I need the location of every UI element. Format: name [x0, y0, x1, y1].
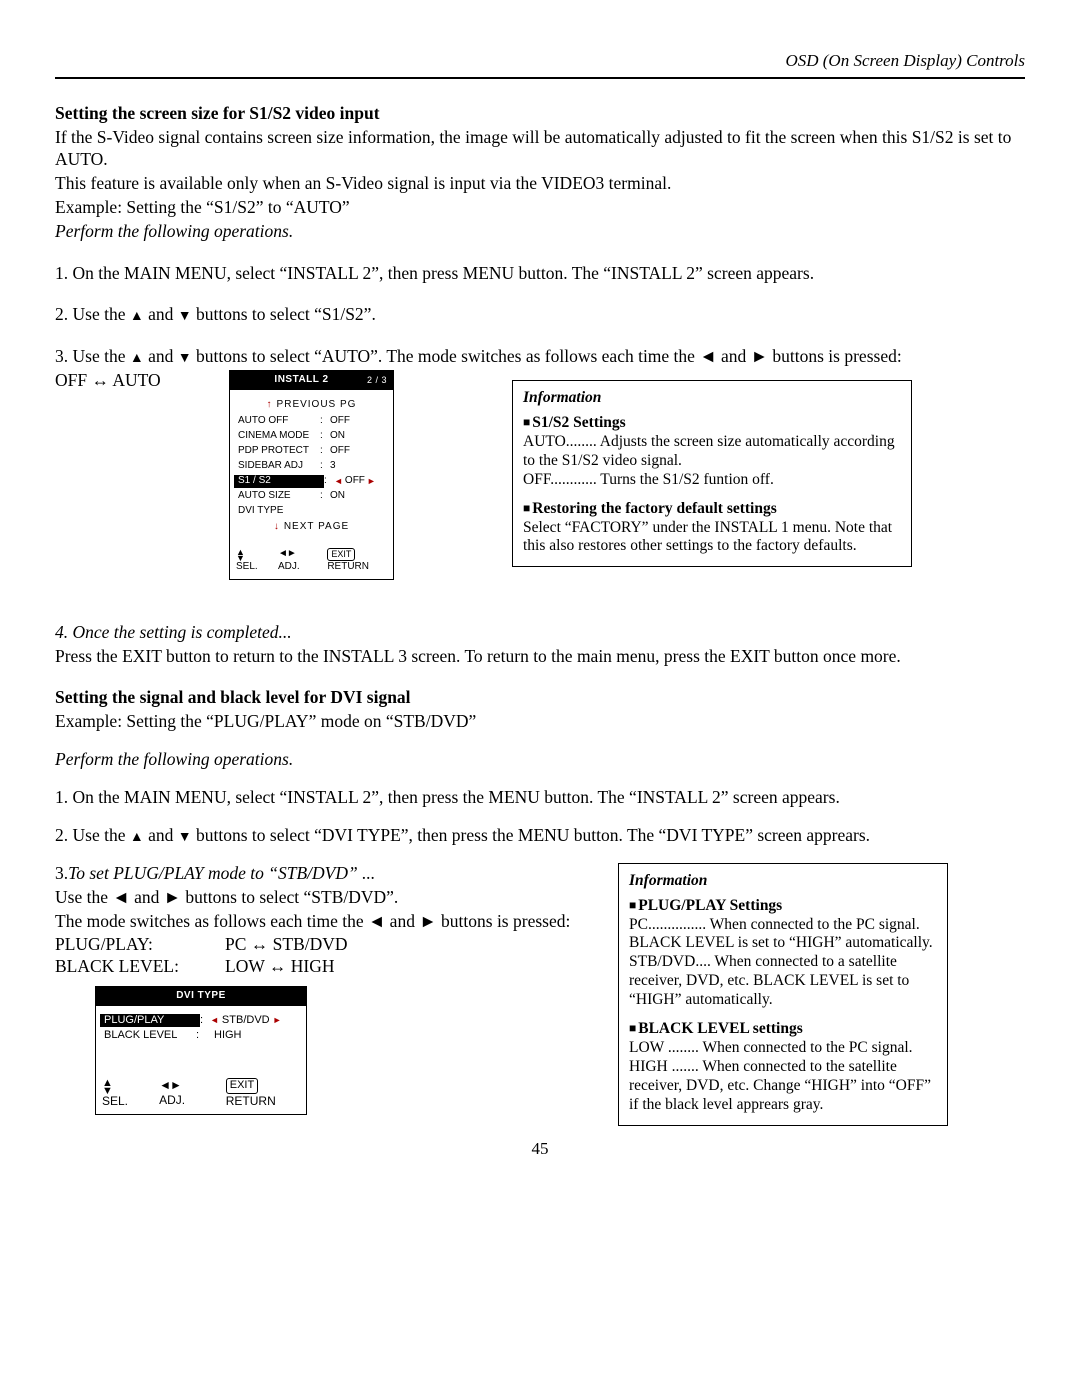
osd-title-bar: DVI TYPE [96, 987, 306, 1006]
osd-title-bar: INSTALL 2 2 / 3 [230, 371, 393, 390]
osd-dvitype-menu: DVI TYPE PLUG/PLAY : ◄ STB/DVD ► BLACK L… [95, 986, 307, 1115]
menu-item-cinema-mode[interactable]: CINEMA MODE:ON [238, 430, 385, 443]
right-triangle-icon: ► [751, 346, 768, 366]
right-arrow-icon: ► [273, 1015, 282, 1026]
info-sub-plugplay: ■PLUG/PLAY Settings [629, 897, 937, 916]
s2-step3-head: 3.3.To set PLUG/PLAY mode to “STB/DVD” .… [55, 863, 600, 885]
info-factory-line: Select “FACTORY” under the INSTALL 1 men… [523, 519, 901, 557]
left-triangle-icon: ◄ [699, 346, 716, 366]
info-box-plugplay: Information ■PLUG/PLAY Settings PC......… [618, 863, 948, 1126]
sel-hint: ▲▼SEL. [102, 1078, 137, 1109]
s1-heading: Setting the screen size for S1/S2 video … [55, 103, 1025, 125]
s1-step1: 1. On the MAIN MENU, select “INSTALL 2”,… [55, 263, 1025, 285]
page-header: OSD (On Screen Display) Controls [55, 50, 1025, 79]
info-auto-line: AUTO........ Adjusts the screen size aut… [523, 433, 901, 471]
menu-item-pdp-protect[interactable]: PDP PROTECT:OFF [238, 445, 385, 458]
exit-hint: EXITRETURN [226, 1077, 300, 1109]
s2-step3-use: Use the ◄ and ► buttons to select “STB/D… [55, 887, 600, 909]
info-sub-factory: ■Restoring the factory default settings [523, 500, 901, 519]
info-plugplay-body: PC............... When connected to the … [629, 916, 937, 1011]
right-triangle-icon: ► [164, 887, 181, 907]
s1-step4-head: 4. Once the setting is completed... [55, 622, 1025, 644]
info-title: Information [523, 389, 901, 408]
exit-hint: EXITRETURN [327, 548, 387, 574]
next-page-row[interactable]: ↓NEXT PAGE [238, 521, 385, 534]
down-triangle-icon: ▼ [178, 351, 192, 366]
osd-title: INSTALL 2 [236, 374, 367, 387]
up-triangle-icon: ▲ [130, 309, 144, 324]
adj-hint: ◄►ADJ. [278, 548, 313, 573]
down-triangle-icon: ▼ [178, 309, 192, 324]
menu-item-s1s2-selected[interactable]: S1 / S2 : ◄ OFF ► [238, 475, 385, 488]
menu-item-auto-off[interactable]: AUTO OFF:OFF [238, 415, 385, 428]
s2-step2: 2. Use the ▲ and ▼ buttons to select “DV… [55, 825, 1025, 847]
osd-footer: ▲▼SEL. ◄►ADJ. EXITRETURN [96, 1073, 306, 1114]
left-arrow-icon: ◄ [334, 476, 343, 487]
menu-item-auto-size[interactable]: AUTO SIZE:ON [238, 490, 385, 503]
down-triangle-icon: ▼ [178, 830, 192, 845]
page-number: 45 [55, 1138, 1025, 1159]
down-arrow-icon: ↓ [274, 521, 280, 534]
s1-p1: If the S-Video signal contains screen si… [55, 127, 1025, 171]
sel-hint: ▲▼SEL. [236, 548, 264, 574]
menu-item-dvi-type[interactable]: DVI TYPE [238, 505, 385, 518]
right-arrow-icon: ► [367, 476, 376, 487]
left-triangle-icon: ◄ [112, 887, 129, 907]
up-triangle-icon: ▲ [130, 830, 144, 845]
s1-p2: This feature is available only when an S… [55, 173, 1025, 195]
s2-step1: 1. On the MAIN MENU, select “INSTALL 2”,… [55, 787, 1025, 809]
s2-p1: Example: Setting the “PLUG/PLAY” mode on… [55, 711, 1025, 733]
osd-footer: ▲▼SEL. ◄►ADJ. EXITRETURN [230, 544, 393, 579]
info-off-line: OFF............ Turns the S1/S2 funtion … [523, 471, 901, 490]
left-triangle-icon: ◄ [368, 911, 385, 931]
menu-item-plugplay-selected[interactable]: PLUG/PLAY : ◄ STB/DVD ► [104, 1014, 298, 1028]
s2-step3-mode: The mode switches as follows each time t… [55, 911, 600, 933]
left-arrow-icon: ◄ [210, 1015, 219, 1026]
right-triangle-icon: ► [419, 911, 436, 931]
osd-install2-menu: INSTALL 2 2 / 3 ↑PREVIOUS PG AUTO OFF:OF… [229, 370, 394, 580]
info-bl-low: LOW ........ When connected to the PC si… [629, 1039, 937, 1058]
info-title: Information [629, 872, 937, 891]
s1-perform: Perform the following operations. [55, 221, 1025, 243]
mode-toggle-s1s2: OFF ↔ AUTO [55, 370, 195, 392]
info-sub-blacklevel: ■BLACK LEVEL settings [629, 1020, 937, 1039]
up-triangle-icon: ▲ [130, 351, 144, 366]
up-arrow-icon: ↑ [267, 399, 273, 412]
s1-step3: 3. Use the ▲ and ▼ buttons to select “AU… [55, 346, 1025, 368]
info-sub-s1s2: ■S1/S2 Settings [523, 414, 901, 433]
info-bl-high: HIGH ....... When connected to the satel… [629, 1058, 937, 1115]
blacklevel-toggle-line: BLACK LEVEL: LOW ↔ HIGH [55, 956, 600, 978]
adj-hint: ◄►ADJ. [159, 1078, 204, 1108]
header-right-text: OSD (On Screen Display) Controls [785, 51, 1025, 70]
menu-item-black-level[interactable]: BLACK LEVEL : HIGH [104, 1029, 298, 1043]
s1-step4-body: Press the EXIT button to return to the I… [55, 646, 1025, 668]
plugplay-toggle-line: PLUG/PLAY: PC ↔ STB/DVD [55, 934, 600, 956]
previous-page-row[interactable]: ↑PREVIOUS PG [238, 399, 385, 412]
osd-page-indicator: 2 / 3 [367, 375, 387, 386]
menu-item-sidebar-adj[interactable]: SIDEBAR ADJ:3 [238, 460, 385, 473]
s1-p3: Example: Setting the “S1/S2” to “AUTO” [55, 197, 1025, 219]
osd-title: DVI TYPE [102, 990, 300, 1003]
s2-heading: Setting the signal and black level for D… [55, 687, 1025, 709]
s2-perform: Perform the following operations. [55, 749, 1025, 771]
info-box-s1s2: Information ■S1/S2 Settings AUTO........… [512, 380, 912, 567]
s1-step2: 2. Use the ▲ and ▼ buttons to select “S1… [55, 304, 1025, 326]
